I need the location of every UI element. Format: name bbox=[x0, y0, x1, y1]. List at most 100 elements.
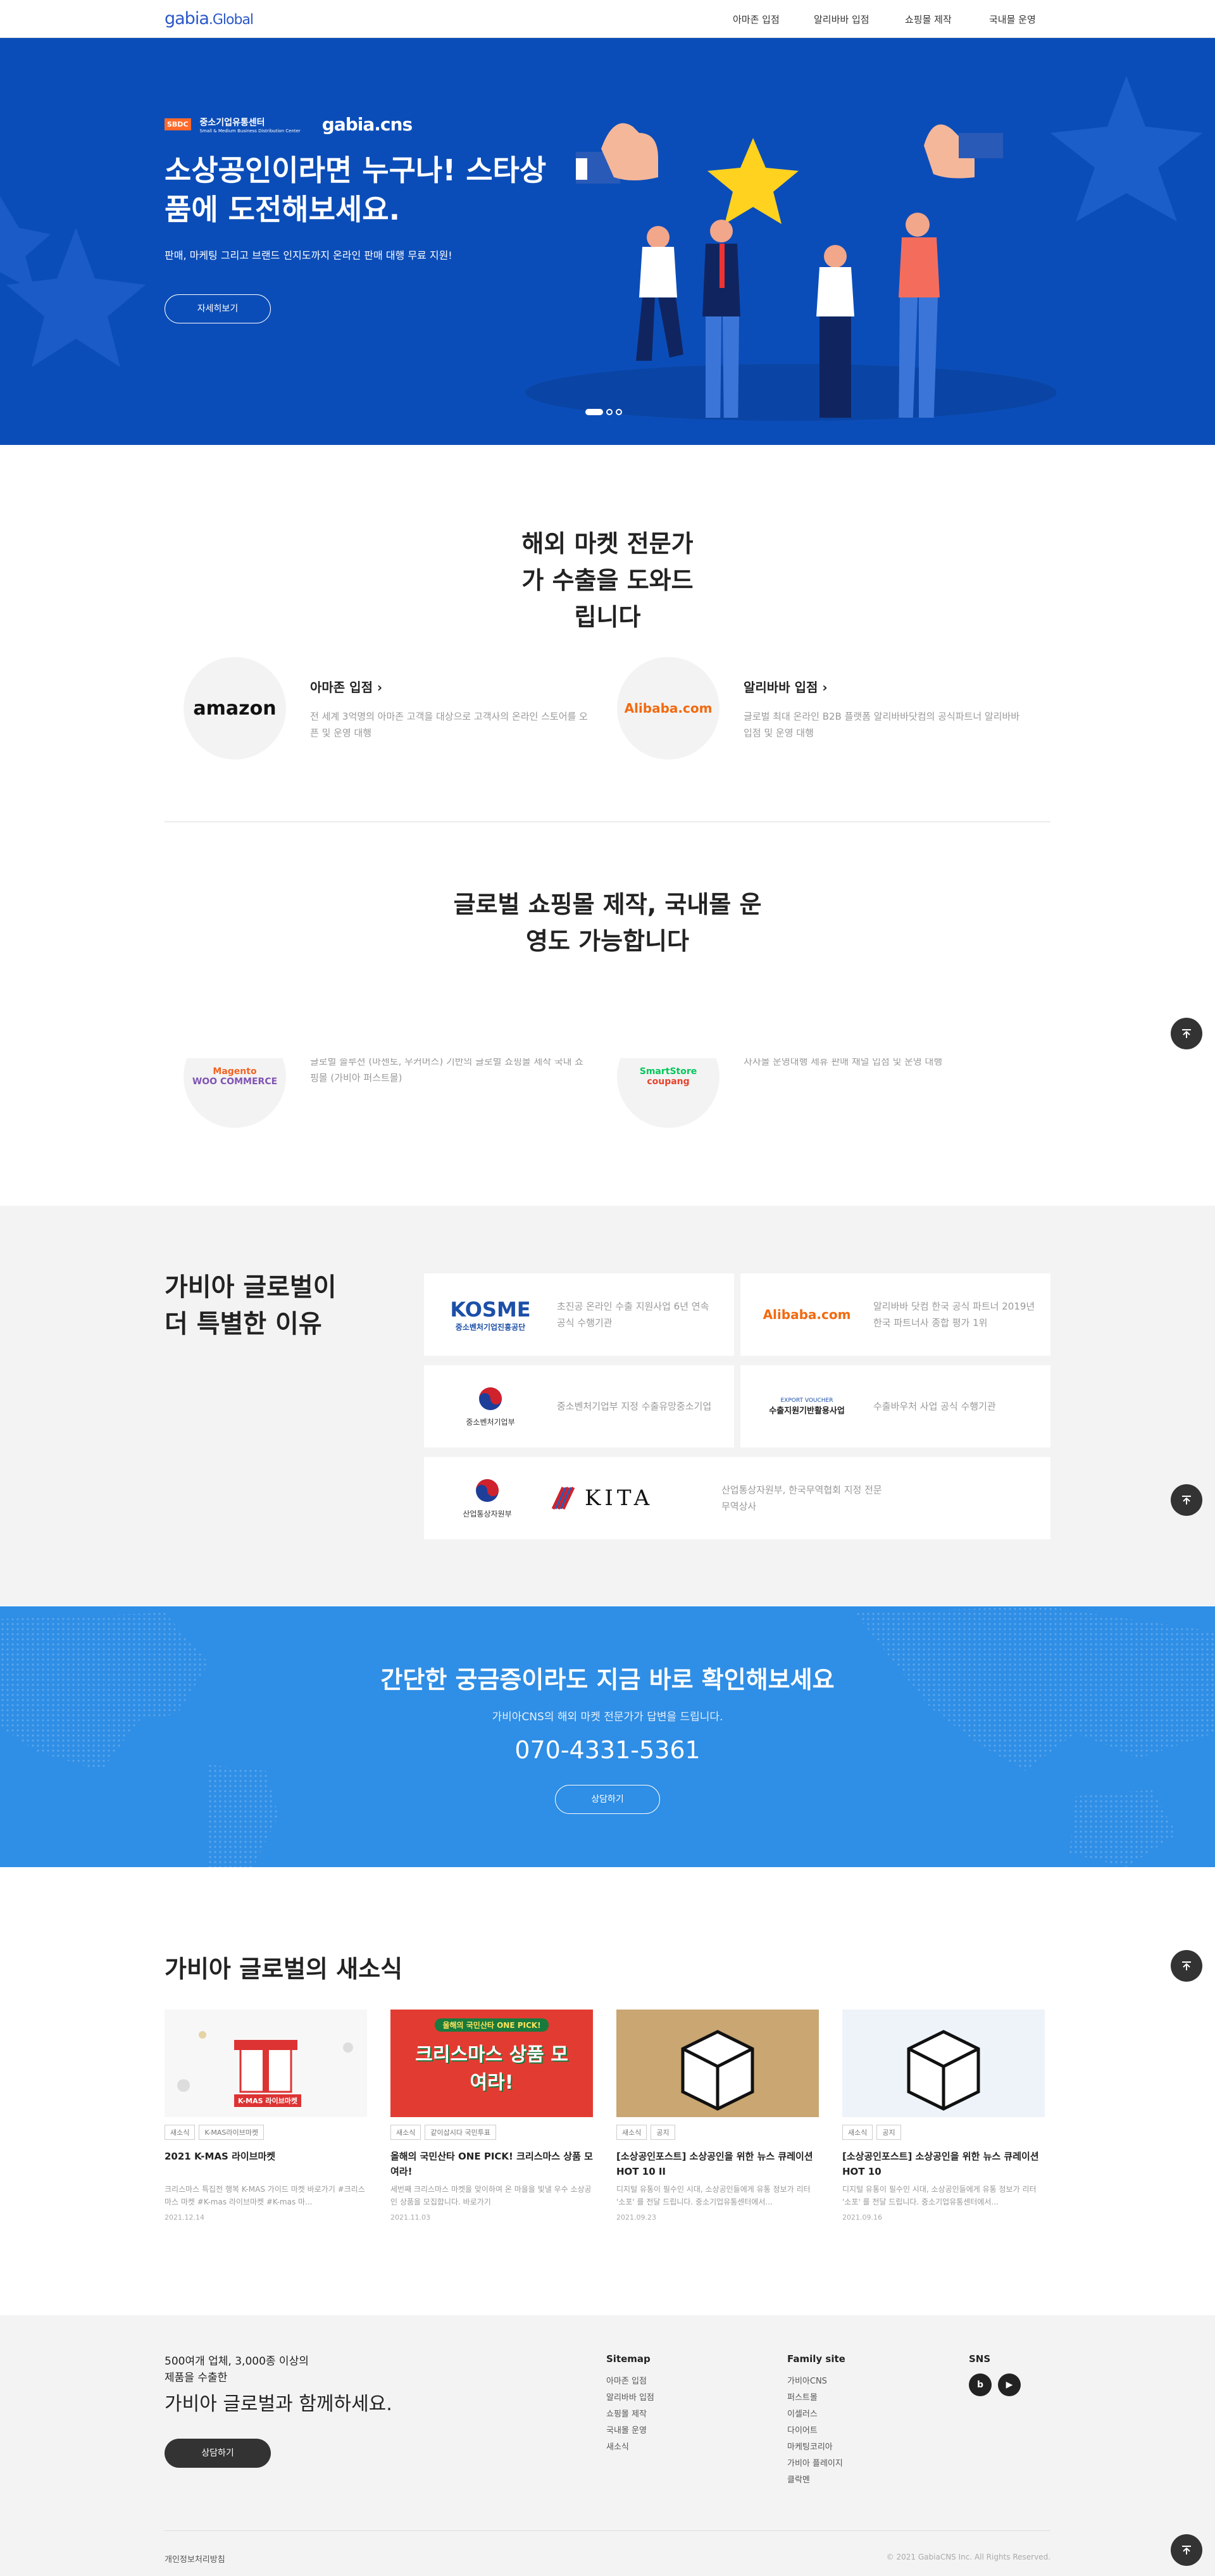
news-desc: 디지털 유통이 필수인 시대, 소상공인들에게 유통 정보가 리터 '소포' 를… bbox=[842, 2185, 1037, 2206]
sns-title: SNS bbox=[969, 2353, 991, 2365]
contact-subtitle: 가비아CNS의 해외 마켓 전문가가 답변을 드립니다. bbox=[492, 1711, 723, 1723]
kosme-logo: KOSME 중소벤처기업진흥공단 bbox=[450, 1297, 531, 1332]
news-thumbnail: K-MAS 라이브마켓 bbox=[165, 2010, 367, 2117]
amazon-service-title[interactable]: 아마존 입점 › bbox=[310, 677, 589, 696]
kosme-desc: 초진공 온라인 수출 지원사업 6년 연속 공식 수행기관 bbox=[557, 1301, 709, 1329]
family-site-link[interactable]: 이셀러스 bbox=[787, 2406, 845, 2423]
youtube-icon[interactable]: ▶ bbox=[998, 2373, 1021, 2396]
gabia-cns-logo: gabia.cns bbox=[321, 114, 413, 135]
sitemap-link[interactable]: 아마존 입점 bbox=[606, 2373, 654, 2390]
footer-headline: 가비아 글로벌과 함께하세요. bbox=[165, 2393, 392, 2415]
contact-title: 간단한 궁금증이라도 지금 바로 확인해보세요 bbox=[380, 1666, 835, 1694]
hero-detail-button[interactable]: 자세히보기 bbox=[165, 294, 271, 323]
news-title[interactable]: 2021 K-MAS 라이브마켓 bbox=[165, 2149, 367, 2180]
news-tag: K-MAS라이브마켓 bbox=[199, 2125, 265, 2140]
news-tag: 새소식 bbox=[842, 2125, 873, 2140]
nav-shopping-mall[interactable]: 쇼핑몰 제작 bbox=[905, 13, 952, 26]
news-thumbnail: 올해의 국민산타 ONE PICK! 크리스마스 상품 모여라! bbox=[390, 2010, 593, 2117]
amazon-logo: amazon bbox=[184, 657, 286, 760]
site-header: gabia.Global 아마존 입점 알리바바 입점 쇼핑몰 제작 국내몰 운… bbox=[0, 0, 1215, 38]
news-card[interactable]: K-MAS 라이브마켓 새소식 K-MAS라이브마켓 2021 K-MAS 라이브… bbox=[165, 2010, 367, 2222]
scroll-top-button[interactable] bbox=[1171, 1018, 1202, 1049]
news-tag: 공지 bbox=[651, 2125, 675, 2140]
slider-dot-2[interactable] bbox=[606, 409, 613, 415]
slider-dot-1[interactable] bbox=[585, 409, 603, 415]
sitemap-link[interactable]: 알리바바 입점 bbox=[606, 2390, 654, 2406]
news-title[interactable]: [소상공인포스트] 소상공인을 위한 뉴스 큐레이션 HOT 10 II bbox=[616, 2149, 819, 2180]
domestic-mall-service[interactable]: SmartStore coupang 자사몰 운영대행 제휴 판매 채널 입점 및… bbox=[617, 1058, 1022, 1128]
hero-title: 소상공인이라면 누구나! 스타상품에 도전해보세요. bbox=[165, 153, 547, 227]
footer-sns: SNS b ▶ bbox=[969, 2353, 1021, 2396]
sitemap-link[interactable]: 국내몰 운영 bbox=[606, 2423, 654, 2439]
arrow-up-icon bbox=[1182, 2546, 1191, 2554]
family-site-link[interactable]: 가비아CNS bbox=[787, 2373, 845, 2390]
magento-woo-logo: Magento WOO COMMERCE bbox=[184, 1058, 286, 1128]
slider-dot-3[interactable] bbox=[616, 409, 622, 415]
contact-phone[interactable]: 070-4331-5361 bbox=[0, 1736, 1215, 1764]
news-card[interactable]: 소포 새소식공지 [소상공인포스트] 소상공인을 위한 뉴스 큐레이션 HOT … bbox=[842, 2010, 1045, 2222]
sitemap-link[interactable]: 새소식 bbox=[606, 2439, 654, 2456]
blog-icon[interactable]: b bbox=[969, 2373, 992, 2396]
news-card[interactable]: 올해의 국민산타 ONE PICK! 크리스마스 상품 모여라! 새소식 같이삽시… bbox=[390, 2010, 593, 2222]
news-desc: 세번째 크리스마스 마켓을 맞이하여 온 마을을 빛낼 우수 소상공인 상품을 … bbox=[390, 2185, 592, 2206]
sbdc-logo: SBDC bbox=[165, 118, 191, 130]
footer-consult-button[interactable]: 상담하기 bbox=[165, 2439, 271, 2468]
alibaba-logo: Alibaba.com bbox=[617, 657, 720, 760]
privacy-policy-link[interactable]: 개인정보처리방침 bbox=[165, 2553, 225, 2565]
news-card[interactable]: 소포 새소식공지 [소상공인포스트] 소상공인을 위한 뉴스 큐레이션 HOT … bbox=[616, 2010, 819, 2222]
export-voucher-desc: 수출바우처 사업 공식 수행기관 bbox=[873, 1401, 996, 1412]
export-voucher-logo: EXPORT VOUCHER 수출지원기반활용사업 bbox=[769, 1397, 845, 1416]
news-date: 2021.09.23 bbox=[616, 2213, 656, 2222]
family-site-link[interactable]: 클락멘 bbox=[787, 2472, 845, 2489]
amazon-service-desc: 전 세계 3억명의 아마존 고객을 대상으로 고객사의 온라인 스토어를 오픈 … bbox=[310, 711, 588, 739]
sitemap-title: Sitemap bbox=[606, 2353, 651, 2365]
nav-domestic-mall[interactable]: 국내몰 운영 bbox=[989, 13, 1036, 26]
news-tag: 공지 bbox=[876, 2125, 901, 2140]
mss-logo: 중소벤처기업부 bbox=[424, 1386, 557, 1427]
family-site-link[interactable]: 가비아 플레이지 bbox=[787, 2456, 845, 2472]
arrow-up-icon bbox=[1182, 1496, 1191, 1504]
footer-sitemap: Sitemap 아마존 입점 알리바바 입점 쇼핑몰 제작 국내몰 운영 새소식 bbox=[606, 2353, 654, 2456]
taegeuk-icon bbox=[479, 1387, 502, 1410]
sbdc-org-en: Small & Medium Business Distribution Cen… bbox=[199, 128, 301, 134]
why-section-title: 가비아 글로벌이 더 특별한 이유 bbox=[165, 1273, 337, 1339]
news-title[interactable]: 올해의 국민산타 ONE PICK! 크리스마스 상품 모여라! bbox=[390, 2149, 593, 2180]
kita-card: 산업통상자원부 KITA 산업통상자원부, 한국무역협회 지정 전문무역상사 bbox=[424, 1457, 1050, 1539]
shop-section-title: 글로벌 쇼핑몰 제작, 국내몰 운영도 가능합니다 bbox=[453, 891, 762, 955]
news-tag: 새소식 bbox=[616, 2125, 647, 2140]
news-date: 2021.09.16 bbox=[842, 2213, 882, 2222]
news-tag: 새소식 bbox=[390, 2125, 421, 2140]
alibaba-card-logo: Alibaba.com bbox=[763, 1307, 851, 1322]
alibaba-service[interactable]: Alibaba.com 알리바바 입점 › 글로벌 최대 온라인 B2B 플랫폼 … bbox=[617, 657, 1022, 760]
nav-alibaba[interactable]: 알리바바 입점 bbox=[814, 13, 869, 26]
motie-logo: 산업통상자원부 bbox=[424, 1478, 551, 1519]
contact-consult-button[interactable]: 상담하기 bbox=[555, 1785, 660, 1814]
footer-lead: 500여개 업체, 3,000종 이상의 제품을 수출한 bbox=[165, 2355, 309, 2384]
family-site-link[interactable]: 다이어트 bbox=[787, 2423, 845, 2439]
family-site-link[interactable]: 퍼스트몰 bbox=[787, 2390, 845, 2406]
family-site-link[interactable]: 마케팅코리아 bbox=[787, 2439, 845, 2456]
sitemap-link[interactable]: 쇼핑몰 제작 bbox=[606, 2406, 654, 2423]
copyright: © 2021 GabiaCNS Inc. All Rights Reserved… bbox=[886, 2553, 1050, 2561]
sbdc-org-name: 중소기업유통센터 bbox=[199, 117, 265, 128]
amazon-service[interactable]: amazon 아마존 입점 › 전 세계 3억명의 아마존 고객을 대상으로 고객… bbox=[184, 657, 589, 760]
news-title[interactable]: [소상공인포스트] 소상공인을 위한 뉴스 큐레이션 HOT 10 bbox=[842, 2149, 1045, 2180]
news-section-title: 가비아 글로벌의 새소식 bbox=[165, 1955, 403, 1983]
nav-amazon[interactable]: 아마존 입점 bbox=[733, 13, 780, 26]
alibaba-service-title[interactable]: 알리바바 입점 › bbox=[744, 677, 1022, 696]
contact-section: 간단한 궁금증이라도 지금 바로 확인해보세요 가비아CNS의 해외 마켓 전문… bbox=[0, 1606, 1215, 1867]
footer-divider bbox=[165, 2530, 1050, 2531]
hero-partner-badge: SBDC 중소기업유통센터 Small & Medium Business Dis… bbox=[165, 114, 413, 135]
gabia-global-logo[interactable]: gabia.Global bbox=[165, 9, 254, 28]
scroll-top-button[interactable] bbox=[1171, 2534, 1202, 2566]
hero-subtitle: 판매, 마케팅 그리고 브랜드 인지도까지 온라인 판매 대행 무료 지원! bbox=[165, 249, 452, 261]
news-date: 2021.12.14 bbox=[165, 2213, 204, 2222]
hero-illustration bbox=[576, 123, 1003, 418]
mss-card: 중소벤처기업부 중소벤처기업부 지정 수출유망중소기업 bbox=[424, 1365, 734, 1447]
global-mall-service[interactable]: Magento WOO COMMERCE 글로벌 솔루션 (마젠토, 우커머스) … bbox=[184, 1058, 589, 1128]
mss-desc: 중소벤처기업부 지정 수출유망중소기업 bbox=[557, 1401, 712, 1412]
scroll-top-button[interactable] bbox=[1171, 1950, 1202, 1982]
news-desc: 디지털 유통이 필수인 시대, 소상공인들에게 유통 정보가 리터 '소포' 를… bbox=[616, 2185, 811, 2206]
kosme-card: KOSME 중소벤처기업진흥공단 초진공 온라인 수출 지원사업 6년 연속 공식… bbox=[424, 1273, 734, 1356]
scroll-top-button[interactable] bbox=[1171, 1484, 1202, 1516]
